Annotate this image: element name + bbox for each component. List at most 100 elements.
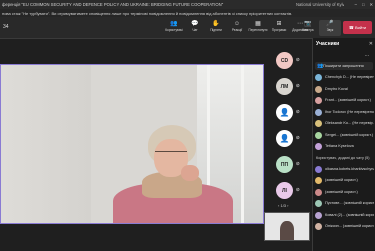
avatar-initials: ПП [280, 161, 289, 168]
avatar [315, 177, 322, 184]
people-icon: 👥 [170, 21, 178, 27]
organization-name: National University of Kyiv-Mohyla Acade… [296, 2, 344, 7]
speaker-glasses [155, 151, 187, 158]
chevron-right-icon[interactable]: › [287, 203, 288, 208]
leave-button[interactable]: ☎ Вийти [343, 21, 372, 34]
minimize-icon[interactable]: – [355, 2, 357, 7]
mic-off-icon: ⊘ [295, 109, 300, 115]
speaker-hand [181, 165, 199, 181]
tool-label: Звук [326, 28, 334, 32]
avatar [315, 97, 322, 104]
person-icon: 👤 [279, 108, 290, 117]
section-header[interactable]: Користувач, додані до чату (5) [316, 156, 370, 160]
participant-avatar[interactable]: ЛІ ⊘ [276, 182, 300, 199]
reactions-icon: ☺ [233, 21, 241, 27]
main-video-feed[interactable] [0, 64, 264, 224]
avatar-initials: ЛМ [280, 83, 289, 90]
participant-name: Tetiana Kyselova [325, 144, 354, 148]
avatar [315, 143, 322, 150]
tool-label: Чат [192, 28, 198, 32]
panel-more-icon[interactable]: ⋯ [360, 53, 374, 59]
mic-off-icon: ⊘ [295, 83, 300, 89]
participant-item[interactable]: Oleksandr Ko... (Не перевір.) [313, 118, 375, 129]
leave-label: Вийти [354, 25, 367, 30]
tool-label: Переглянути [248, 28, 268, 32]
meeting-toolbar: 34 👥 Користувачі 💬 Чат ✋ Підняти ☺ Реакції ▦ Пере… [0, 17, 375, 39]
participant-avatar[interactable]: 👤 ⊘ [276, 130, 300, 147]
self-view-person [280, 221, 294, 240]
participant-avatar[interactable]: ЛМ ⊘ [276, 78, 300, 95]
participant-item[interactable]: Chenchyk D... (Не перевірено) [313, 72, 375, 83]
rooms-icon: ▦ [255, 21, 261, 27]
tool-people[interactable]: 👥 Користувачі [163, 20, 185, 36]
avatar [315, 188, 322, 196]
tool-apps[interactable]: ⊞ Програми [268, 20, 290, 36]
mic-off-icon: ⊘ [295, 161, 300, 167]
panel-title: Учасники [316, 41, 340, 47]
participant-item[interactable]: Пустове... (зовнішній корист.) [313, 198, 375, 209]
participant-name: Оніксин... (зовнішній корист.) [325, 224, 374, 228]
meeting-title: ференція "EU COMMON SECURITY AND DEFENCE… [2, 2, 224, 7]
participant-item[interactable]: Ковалі (2)... (зовнішній корист.) [313, 210, 375, 221]
participant-avatar[interactable]: ПП ⊘ [276, 156, 300, 173]
tool-mic[interactable]: 🎤 Звук [319, 20, 341, 36]
window-titlebar: ференція "EU COMMON SECURITY AND DEFENCE… [0, 0, 375, 9]
close-icon[interactable]: ✕ [369, 41, 373, 47]
avatar-initials: CD [280, 57, 289, 64]
tool-chat[interactable]: 💬 Чат [184, 20, 206, 36]
tool-label: Програми [271, 28, 287, 32]
avatar [315, 85, 322, 93]
gallery-pager[interactable]: ‹ 1/3 › [278, 203, 289, 208]
participant-name: olkasna.kobets.kharkivschyna [325, 166, 374, 171]
participant-name: Пустове... (зовнішній корист.) [325, 201, 374, 205]
window-controls: – □ ✕ [355, 0, 373, 9]
tool-label: Користувачі [165, 28, 183, 32]
participant-avatar[interactable]: CD ⊘ [276, 52, 300, 69]
participant-item[interactable]: Sergei... (зовнішній корист.) [313, 130, 375, 141]
person-icon: 👤 [279, 134, 290, 143]
mic-off-icon: ⊘ [295, 187, 300, 193]
share-invite-button[interactable]: 👥 Поширити запрошення [315, 62, 373, 70]
participants-panel: Учасники ✕ ⋯ 👥 Поширити запрошення Chenc… [312, 38, 375, 251]
participant-item[interactable]: Frant... (зовнішній корист.) [313, 95, 375, 106]
avatar [315, 165, 322, 173]
avatar [315, 120, 322, 127]
mic-icon: 🎤 [326, 21, 334, 27]
participant-avatar[interactable]: 👤 ⊘ [276, 104, 300, 121]
participant-name: (зовнішній корист.) [325, 178, 358, 182]
participant-item[interactable]: (зовнішній корист.) [313, 187, 375, 198]
participant-item[interactable]: Tetiana Kyselova [313, 141, 375, 152]
self-view-video[interactable] [264, 212, 310, 241]
tool-hand[interactable]: ✋ Підняти [205, 20, 227, 36]
avatar [315, 131, 322, 139]
avatar [315, 200, 322, 207]
mic-off-icon: ⊘ [295, 135, 300, 141]
avatar-initials: ЛІ [282, 187, 287, 194]
participant-name: Sergei... (зовнішній корист.) [325, 132, 373, 137]
participant-name: Oleksandr Ko... (Не перевір.) [325, 121, 374, 125]
participant-name: Frant... (зовнішній корист.) [325, 98, 371, 102]
banner-text: нова стаж "Не турбувати". Ви отримуватим… [2, 11, 293, 16]
mic-off-icon: ⊘ [295, 57, 300, 63]
participant-name: Ihor Todorov (Не перевірено) [325, 109, 374, 114]
page-indicator: 1/3 [280, 203, 287, 208]
participant-item[interactable]: Dmytro Koval [313, 84, 375, 95]
avatar [315, 223, 322, 230]
participant-item[interactable]: olkasna.kobets.kharkivschyna [313, 164, 375, 175]
participant-item[interactable]: (зовнішній корист.) [313, 175, 375, 186]
tool-camera[interactable]: 📷 Камера [297, 20, 319, 36]
hand-icon: ✋ [212, 21, 220, 27]
tool-reactions[interactable]: ☺ Реакції [226, 20, 248, 36]
participant-name: (зовнішній корист.) [325, 189, 358, 194]
participant-item[interactable]: Оніксин... (зовнішній корист.) [313, 221, 375, 232]
participant-item[interactable]: Ihor Todorov (Не перевірено) [313, 107, 375, 118]
avatar [315, 74, 322, 81]
video-background [1, 65, 91, 223]
tool-rooms[interactable]: ▦ Переглянути [247, 20, 269, 36]
maximize-icon[interactable]: □ [362, 2, 365, 7]
notification-banner: нова стаж "Не турбувати". Ви отримуватим… [0, 9, 375, 17]
apps-icon: ⊞ [276, 21, 282, 27]
close-icon[interactable]: ✕ [369, 2, 373, 7]
participant-name: Dmytro Koval [325, 86, 348, 91]
video-window-frame [241, 65, 244, 223]
